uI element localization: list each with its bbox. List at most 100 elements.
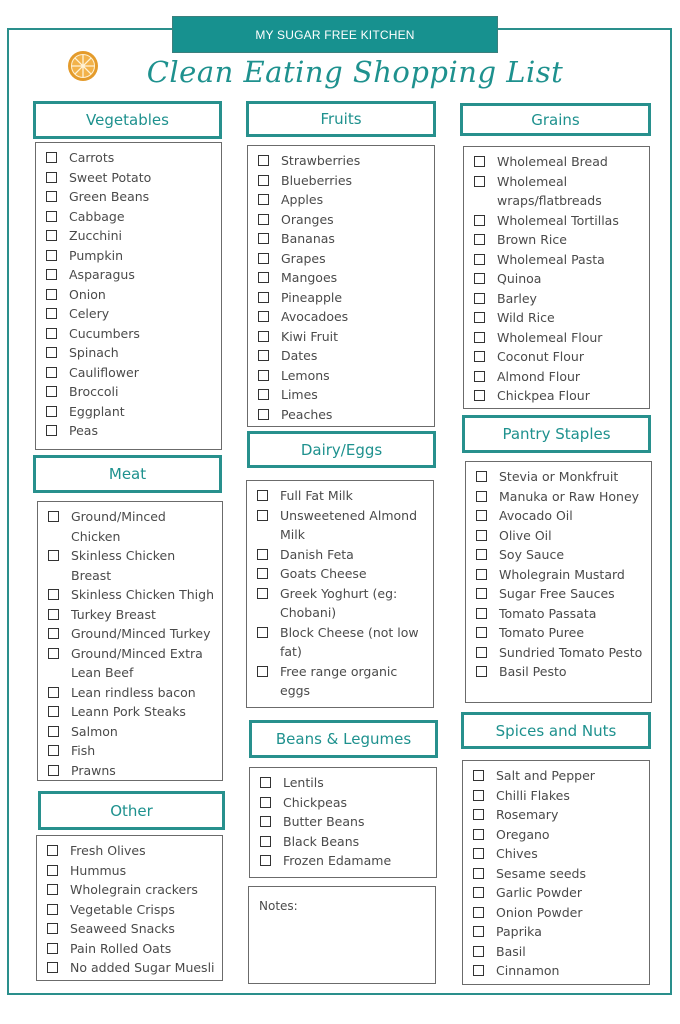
checkbox[interactable]	[48, 589, 59, 600]
checkbox[interactable]	[258, 311, 269, 322]
checkbox[interactable]	[474, 351, 485, 362]
checkbox[interactable]	[258, 213, 269, 225]
checkbox[interactable]	[258, 350, 269, 361]
checkbox[interactable]	[473, 828, 484, 840]
checkbox[interactable]	[476, 588, 487, 599]
checkbox[interactable]	[476, 549, 487, 560]
checkbox[interactable]	[46, 230, 57, 241]
checkbox[interactable]	[46, 347, 57, 358]
checkbox[interactable]	[46, 425, 57, 436]
checkbox[interactable]	[258, 155, 269, 166]
checkbox[interactable]	[258, 194, 269, 205]
checkbox[interactable]	[476, 490, 487, 502]
checkbox[interactable]	[48, 745, 59, 756]
checkbox[interactable]	[473, 809, 484, 820]
checkbox[interactable]	[48, 686, 59, 698]
checkbox[interactable]	[474, 214, 485, 226]
item-label: Garlic Powder	[496, 885, 583, 900]
checkbox[interactable]	[473, 965, 484, 976]
list-item: Wholemeal Pasta	[474, 250, 649, 270]
checkbox[interactable]	[46, 269, 57, 280]
checkbox[interactable]	[476, 471, 487, 482]
checkbox[interactable]	[258, 252, 269, 264]
checkbox[interactable]	[476, 568, 487, 580]
checkbox[interactable]	[46, 327, 57, 339]
checkbox[interactable]	[48, 647, 59, 659]
checkbox[interactable]	[476, 510, 487, 521]
checkbox[interactable]	[473, 945, 484, 957]
checkbox[interactable]	[474, 175, 485, 187]
checkbox[interactable]	[260, 855, 271, 866]
checkbox[interactable]	[47, 942, 58, 954]
checkbox[interactable]	[258, 408, 269, 420]
checkbox[interactable]	[474, 370, 485, 382]
checkbox[interactable]	[257, 665, 268, 677]
checkbox[interactable]	[260, 835, 271, 847]
checkbox[interactable]	[47, 884, 58, 895]
checkbox[interactable]	[46, 288, 57, 300]
checkbox[interactable]	[257, 548, 268, 560]
checkbox[interactable]	[476, 607, 487, 619]
checkbox[interactable]	[46, 249, 57, 261]
checkbox[interactable]	[257, 509, 268, 521]
checkbox[interactable]	[46, 366, 57, 378]
checkbox[interactable]	[260, 816, 271, 827]
checkbox[interactable]	[473, 770, 484, 781]
checkbox[interactable]	[257, 568, 268, 579]
checkbox[interactable]	[474, 273, 485, 284]
checkbox[interactable]	[476, 646, 487, 658]
checkbox[interactable]	[258, 233, 269, 244]
checkbox[interactable]	[257, 490, 268, 501]
checkbox[interactable]	[46, 405, 57, 417]
checkbox[interactable]	[258, 369, 269, 381]
notes-box[interactable]: Notes:	[248, 886, 436, 984]
checkbox[interactable]	[47, 962, 58, 973]
checkbox[interactable]	[46, 152, 57, 163]
checkbox[interactable]	[46, 386, 57, 397]
checkbox[interactable]	[476, 627, 487, 638]
checkbox[interactable]	[258, 272, 269, 283]
checkbox[interactable]	[474, 292, 485, 304]
checkbox[interactable]	[47, 845, 58, 856]
checkbox[interactable]	[46, 210, 57, 222]
checkbox[interactable]	[260, 777, 271, 788]
item-label: Chickpeas	[283, 794, 348, 810]
checkbox[interactable]	[257, 626, 268, 638]
checkbox[interactable]	[474, 253, 485, 265]
checkbox[interactable]	[474, 390, 485, 401]
checkbox[interactable]	[257, 587, 268, 599]
checkbox[interactable]	[474, 234, 485, 245]
checkbox[interactable]	[476, 529, 487, 541]
checkbox[interactable]	[473, 848, 484, 859]
item-label: Grapes	[281, 250, 326, 266]
checkbox[interactable]	[48, 764, 59, 776]
checkbox[interactable]	[473, 867, 484, 879]
checkbox[interactable]	[47, 864, 58, 876]
checkbox[interactable]	[46, 171, 57, 183]
checkbox[interactable]	[47, 923, 58, 934]
checkbox[interactable]	[474, 312, 485, 323]
checkbox[interactable]	[47, 903, 58, 915]
checkbox[interactable]	[258, 389, 269, 400]
checkbox[interactable]	[258, 291, 269, 303]
checkbox[interactable]	[473, 926, 484, 937]
checkbox[interactable]	[258, 174, 269, 186]
checkbox[interactable]	[260, 796, 271, 808]
checkbox[interactable]	[473, 789, 484, 801]
checkbox[interactable]	[476, 666, 487, 677]
checkbox[interactable]	[474, 331, 485, 343]
checkbox[interactable]	[46, 308, 57, 319]
checkbox[interactable]	[48, 628, 59, 639]
checkbox[interactable]	[473, 906, 484, 918]
checkbox[interactable]	[474, 156, 485, 167]
checkbox[interactable]	[48, 608, 59, 620]
checkbox[interactable]	[48, 706, 59, 717]
list-item: Greek Yoghurt (eg: Chobani)	[257, 584, 433, 623]
checkbox[interactable]	[48, 550, 59, 561]
checkbox[interactable]	[48, 725, 59, 737]
checkbox[interactable]	[46, 191, 57, 202]
checkbox[interactable]	[48, 511, 59, 522]
checkbox[interactable]	[473, 887, 484, 898]
checkbox[interactable]	[258, 330, 269, 342]
item-label: Apples	[281, 192, 324, 207]
